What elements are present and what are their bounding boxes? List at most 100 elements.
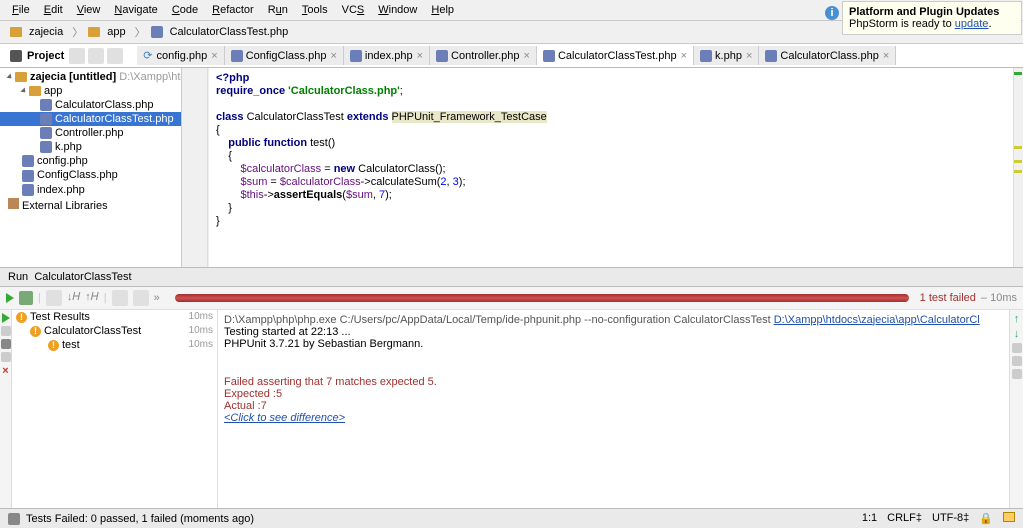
import-icon[interactable] — [133, 290, 149, 306]
close-icon[interactable]: × — [883, 50, 889, 62]
tab-controller[interactable]: Controller.php× — [430, 46, 537, 65]
php-icon — [436, 50, 448, 62]
code-content: <?php require_once 'CalculatorClass.php'… — [182, 68, 1023, 232]
see-diff-link[interactable]: <Click to see difference> — [224, 412, 1003, 424]
library-icon — [8, 198, 19, 209]
test-root[interactable]: Test Results10ms — [12, 310, 217, 324]
line-ending[interactable]: CRLF‡ — [887, 512, 922, 525]
status-bar: Tests Failed: 0 passed, 1 failed (moment… — [0, 508, 1023, 528]
php-icon — [40, 113, 52, 125]
run-left-tools: × — [0, 310, 12, 509]
code-editor[interactable]: <?php require_once 'CalculatorClass.php'… — [182, 68, 1023, 267]
expand-icon[interactable] — [6, 73, 13, 80]
tree-file[interactable]: CalculatorClass.php — [0, 98, 181, 112]
menu-window[interactable]: Window — [372, 2, 423, 18]
expand-icon[interactable] — [20, 87, 27, 94]
close-icon[interactable]: × — [681, 50, 687, 62]
close-icon[interactable]: × — [330, 50, 336, 62]
project-tool-label[interactable]: Project — [0, 45, 137, 67]
run-tool-header[interactable]: Run CalculatorClassTest — [0, 267, 1023, 287]
close-icon[interactable]: × — [524, 50, 530, 62]
tab-calctest[interactable]: CalculatorClassTest.php× — [537, 46, 694, 65]
tree-file[interactable]: k.php — [0, 140, 181, 154]
gutter — [182, 68, 208, 267]
menu-edit[interactable]: Edit — [38, 2, 69, 18]
project-tree: zajecia [untitled] D:\Xampp\htdocs\z app… — [0, 68, 182, 267]
php-icon — [40, 141, 52, 153]
lock-icon[interactable]: 🔒 — [979, 512, 993, 525]
folder-icon — [15, 72, 27, 82]
menu-file[interactable]: File — [6, 2, 36, 18]
collapse-icon[interactable] — [69, 48, 85, 64]
toggle-icon[interactable] — [46, 290, 62, 306]
menu-vcs[interactable]: VCS — [336, 2, 371, 18]
wrap-icon[interactable] — [1012, 343, 1022, 353]
tree-file-selected[interactable]: CalculatorClassTest.php — [0, 112, 181, 126]
tabs-bar: Project ⟳config.php× ConfigClass.php× in… — [0, 44, 1023, 68]
menu-navigate[interactable]: Navigate — [108, 2, 163, 18]
minimize-icon[interactable] — [107, 48, 123, 64]
scroll-icon[interactable] — [1012, 356, 1022, 366]
menu-view[interactable]: View — [71, 2, 107, 18]
bc-root[interactable]: zajecia — [6, 25, 71, 39]
menu-run[interactable]: Run — [262, 2, 294, 18]
tree-file[interactable]: index.php — [0, 183, 181, 197]
export-icon[interactable] — [112, 290, 128, 306]
php-icon — [22, 184, 34, 196]
encoding[interactable]: UTF-8‡ — [932, 512, 969, 525]
tree-ext-lib[interactable]: External Libraries — [0, 197, 181, 213]
tool-icon[interactable] — [1, 326, 11, 336]
stop-icon[interactable] — [1, 339, 11, 349]
editor-tabs: ⟳config.php× ConfigClass.php× index.php×… — [137, 46, 1023, 65]
notification-popup[interactable]: i Platform and Plugin Updates PhpStorm i… — [842, 1, 1022, 35]
caret-pos[interactable]: 1:1 — [862, 512, 877, 525]
info-icon: i — [825, 6, 839, 20]
down-icon[interactable]: ↓ — [1014, 328, 1020, 340]
test-class[interactable]: CalculatorClassTest10ms — [12, 324, 217, 338]
test-progress — [175, 294, 909, 302]
notif-title: Platform and Plugin Updates — [849, 6, 1015, 18]
tab-index[interactable]: index.php× — [344, 46, 430, 65]
tab-config[interactable]: ⟳config.php× — [137, 46, 224, 65]
print-icon[interactable] — [1012, 369, 1022, 379]
menu-refactor[interactable]: Refactor — [206, 2, 260, 18]
modified-icon: ⟳ — [143, 49, 152, 62]
close-icon[interactable]: × — [2, 365, 8, 377]
php-icon — [765, 50, 777, 62]
marks-bar — [1013, 68, 1023, 267]
notif-body: PhpStorm is ready to update. — [849, 18, 1015, 30]
update-link[interactable]: update — [955, 18, 989, 30]
filter-icon[interactable] — [19, 291, 33, 305]
folder-icon — [29, 86, 41, 96]
close-icon[interactable]: × — [211, 50, 217, 62]
menu-tools[interactable]: Tools — [296, 2, 334, 18]
tree-file[interactable]: ConfigClass.php — [0, 168, 181, 182]
tab-configclass[interactable]: ConfigClass.php× — [225, 46, 344, 65]
up-icon[interactable]: ↑ — [1014, 313, 1020, 325]
close-icon[interactable]: × — [746, 50, 752, 62]
tree-file[interactable]: config.php — [0, 154, 181, 168]
php-icon — [22, 170, 34, 182]
bc-app[interactable]: app — [84, 25, 133, 39]
php-icon — [231, 50, 243, 62]
tab-k[interactable]: k.php× — [694, 46, 759, 65]
menu-code[interactable]: Code — [166, 2, 204, 18]
run-icon[interactable] — [6, 293, 14, 303]
close-icon[interactable]: × — [417, 50, 423, 62]
tree-app[interactable]: app — [0, 84, 181, 98]
hector-icon[interactable] — [1003, 512, 1015, 522]
tree-root[interactable]: zajecia [untitled] D:\Xampp\htdocs\z — [0, 70, 181, 84]
tab-calcclass[interactable]: CalculatorClass.php× — [759, 46, 896, 65]
console-output[interactable]: D:\Xampp\php\php.exe C:/Users/pc/AppData… — [218, 310, 1009, 509]
folder-icon — [88, 27, 100, 37]
run-toolbar: | ↓𝐻 ↑𝐻 | » 1 test failed – 10ms — [0, 287, 1023, 310]
menu-help[interactable]: Help — [425, 2, 460, 18]
test-tree: Test Results10ms CalculatorClassTest10ms… — [12, 310, 218, 509]
gear-icon[interactable] — [88, 48, 104, 64]
rerun-icon[interactable] — [2, 313, 10, 323]
project-icon — [10, 50, 22, 62]
tree-file[interactable]: Controller.php — [0, 126, 181, 140]
test-method[interactable]: test10ms — [12, 338, 217, 352]
pin-icon[interactable] — [1, 352, 11, 362]
bc-file[interactable]: CalculatorClassTest.php — [147, 25, 297, 39]
